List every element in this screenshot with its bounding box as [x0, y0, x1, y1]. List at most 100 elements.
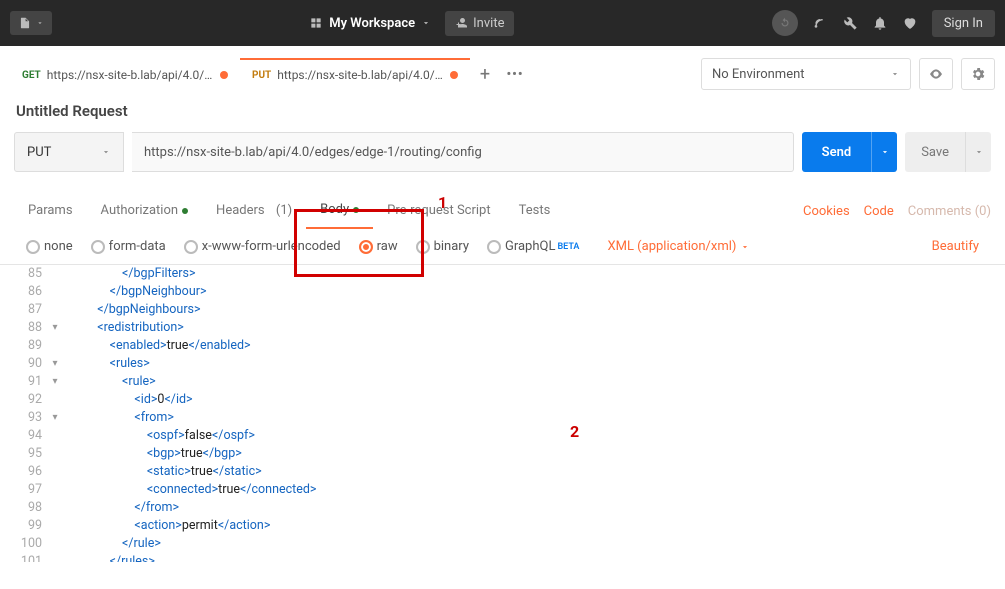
- workspace-switcher[interactable]: My Workspace: [309, 16, 431, 31]
- heart-icon[interactable]: [902, 15, 918, 31]
- annotation-2: 2: [570, 422, 579, 441]
- satellite-icon[interactable]: [812, 15, 828, 31]
- fold-toggle[interactable]: ▾: [50, 355, 60, 373]
- chevron-down-icon: [36, 19, 44, 27]
- code-line[interactable]: 91▾ <rule>: [0, 373, 1005, 391]
- code-content: </from>: [60, 499, 179, 517]
- tab-method: PUT: [252, 70, 271, 81]
- url-input[interactable]: https://nsx-site-b.lab/api/4.0/edges/edg…: [132, 132, 794, 172]
- code-content: <bgp>true</bgp>: [60, 445, 242, 463]
- send-dropdown[interactable]: [871, 132, 897, 172]
- fold-toggle: [50, 391, 60, 409]
- code-line[interactable]: 89 <enabled>true</enabled>: [0, 337, 1005, 355]
- code-line[interactable]: 90▾ <rules>: [0, 355, 1005, 373]
- code-line[interactable]: 95 <bgp>true</bgp>: [0, 445, 1005, 463]
- code-content: <enabled>true</enabled>: [60, 337, 251, 355]
- body-type-graphql[interactable]: GraphQLBETA: [487, 239, 579, 254]
- invite-button[interactable]: Invite: [445, 11, 514, 36]
- app-topbar: My Workspace Invite Sign In: [0, 0, 1005, 46]
- request-tab[interactable]: PUThttps://nsx-site-b.lab/api/4.0/e...: [240, 58, 470, 90]
- code-content: <rules>: [60, 355, 150, 373]
- code-line[interactable]: 88▾ <redistribution>: [0, 319, 1005, 337]
- send-button[interactable]: Send: [802, 132, 872, 172]
- code-content: </bgpFilters>: [60, 265, 196, 283]
- code-line[interactable]: 92 <id>0</id>: [0, 391, 1005, 409]
- tab-headers[interactable]: Headers (1): [202, 195, 306, 228]
- fold-toggle: [50, 337, 60, 355]
- body-type-binary[interactable]: binary: [416, 239, 469, 254]
- tab-overflow-button[interactable]: •••: [500, 67, 530, 82]
- signin-button[interactable]: Sign In: [932, 10, 995, 37]
- chevron-down-icon: [880, 147, 890, 157]
- code-line[interactable]: 96 <static>true</static>: [0, 463, 1005, 481]
- line-number: 93: [0, 409, 50, 427]
- code-line[interactable]: 85 </bgpFilters>: [0, 265, 1005, 283]
- line-number: 94: [0, 427, 50, 445]
- chevron-down-icon: [890, 69, 900, 79]
- code-link[interactable]: Code: [864, 204, 894, 219]
- line-number: 89: [0, 337, 50, 355]
- content-type-select[interactable]: XML (application/xml): [607, 239, 750, 254]
- environment-quicklook-button[interactable]: [919, 58, 953, 90]
- body-type-none[interactable]: none: [26, 239, 73, 254]
- code-content: <redistribution>: [60, 319, 184, 337]
- tab-label: https://nsx-site-b.lab/api/4.0/ed...: [47, 68, 214, 82]
- fold-toggle: [50, 463, 60, 481]
- fold-toggle[interactable]: ▾: [50, 409, 60, 427]
- request-tab[interactable]: GEThttps://nsx-site-b.lab/api/4.0/ed...: [10, 58, 240, 90]
- line-number: 96: [0, 463, 50, 481]
- code-line[interactable]: 87 </bgpNeighbours>: [0, 301, 1005, 319]
- tab-body[interactable]: Body: [306, 194, 373, 229]
- code-line[interactable]: 98 </from>: [0, 499, 1005, 517]
- wrench-icon[interactable]: [842, 15, 858, 31]
- code-line[interactable]: 99 <action>permit</action>: [0, 517, 1005, 535]
- environment-select[interactable]: No Environment: [701, 58, 911, 90]
- beautify-button[interactable]: Beautify: [932, 239, 979, 254]
- fold-toggle: [50, 301, 60, 319]
- code-content: </bgpNeighbour>: [60, 283, 206, 301]
- new-button[interactable]: [10, 11, 52, 35]
- code-line[interactable]: 86 </bgpNeighbour>: [0, 283, 1005, 301]
- line-number: 97: [0, 481, 50, 499]
- unsaved-dot-icon: [450, 71, 458, 79]
- environment-settings-button[interactable]: [961, 58, 995, 90]
- request-tabs: GEThttps://nsx-site-b.lab/api/4.0/ed...P…: [10, 58, 470, 90]
- code-line[interactable]: 93▾ <from>: [0, 409, 1005, 427]
- sync-icon[interactable]: [772, 10, 798, 36]
- code-content: <rule>: [60, 373, 156, 391]
- tab-authorization[interactable]: Authorization: [87, 195, 203, 228]
- save-button[interactable]: Save: [905, 132, 965, 172]
- tab-prerequest[interactable]: Pre-request Script: [373, 195, 504, 228]
- code-line[interactable]: 94 <ospf>false</ospf>: [0, 427, 1005, 445]
- new-tab-button[interactable]: +: [470, 64, 500, 85]
- bell-icon[interactable]: [872, 15, 888, 31]
- save-dropdown[interactable]: [965, 132, 991, 172]
- comments-link[interactable]: Comments (0): [908, 204, 991, 219]
- body-type-xwww[interactable]: x-www-form-urlencoded: [184, 239, 341, 254]
- line-number: 100: [0, 535, 50, 553]
- tab-params[interactable]: Params: [14, 195, 87, 228]
- code-line[interactable]: 100 </rule>: [0, 535, 1005, 553]
- line-number: 87: [0, 301, 50, 319]
- code-content: <from>: [60, 409, 174, 427]
- line-number: 90: [0, 355, 50, 373]
- fold-toggle[interactable]: ▾: [50, 319, 60, 337]
- code-content: <ospf>false</ospf>: [60, 427, 255, 445]
- environment-selected: No Environment: [712, 67, 805, 82]
- request-name[interactable]: Untitled Request: [0, 94, 1005, 132]
- code-line[interactable]: 97 <connected>true</connected>: [0, 481, 1005, 499]
- body-editor[interactable]: 85 </bgpFilters>86 </bgpNeighbour>87 </b…: [0, 264, 1005, 562]
- tab-tests[interactable]: Tests: [505, 195, 565, 228]
- code-line[interactable]: 101 </rules>: [0, 553, 1005, 562]
- http-method-select[interactable]: PUT: [14, 132, 124, 172]
- tabs-row: GEThttps://nsx-site-b.lab/api/4.0/ed...P…: [0, 46, 1005, 94]
- body-type-formdata[interactable]: form-data: [91, 239, 166, 254]
- cookies-link[interactable]: Cookies: [803, 204, 850, 219]
- chevron-down-icon: [740, 242, 750, 252]
- fold-toggle: [50, 535, 60, 553]
- code-content: <static>true</static>: [60, 463, 262, 481]
- line-number: 92: [0, 391, 50, 409]
- body-type-raw[interactable]: raw: [359, 239, 398, 254]
- fold-toggle[interactable]: ▾: [50, 373, 60, 391]
- line-number: 85: [0, 265, 50, 283]
